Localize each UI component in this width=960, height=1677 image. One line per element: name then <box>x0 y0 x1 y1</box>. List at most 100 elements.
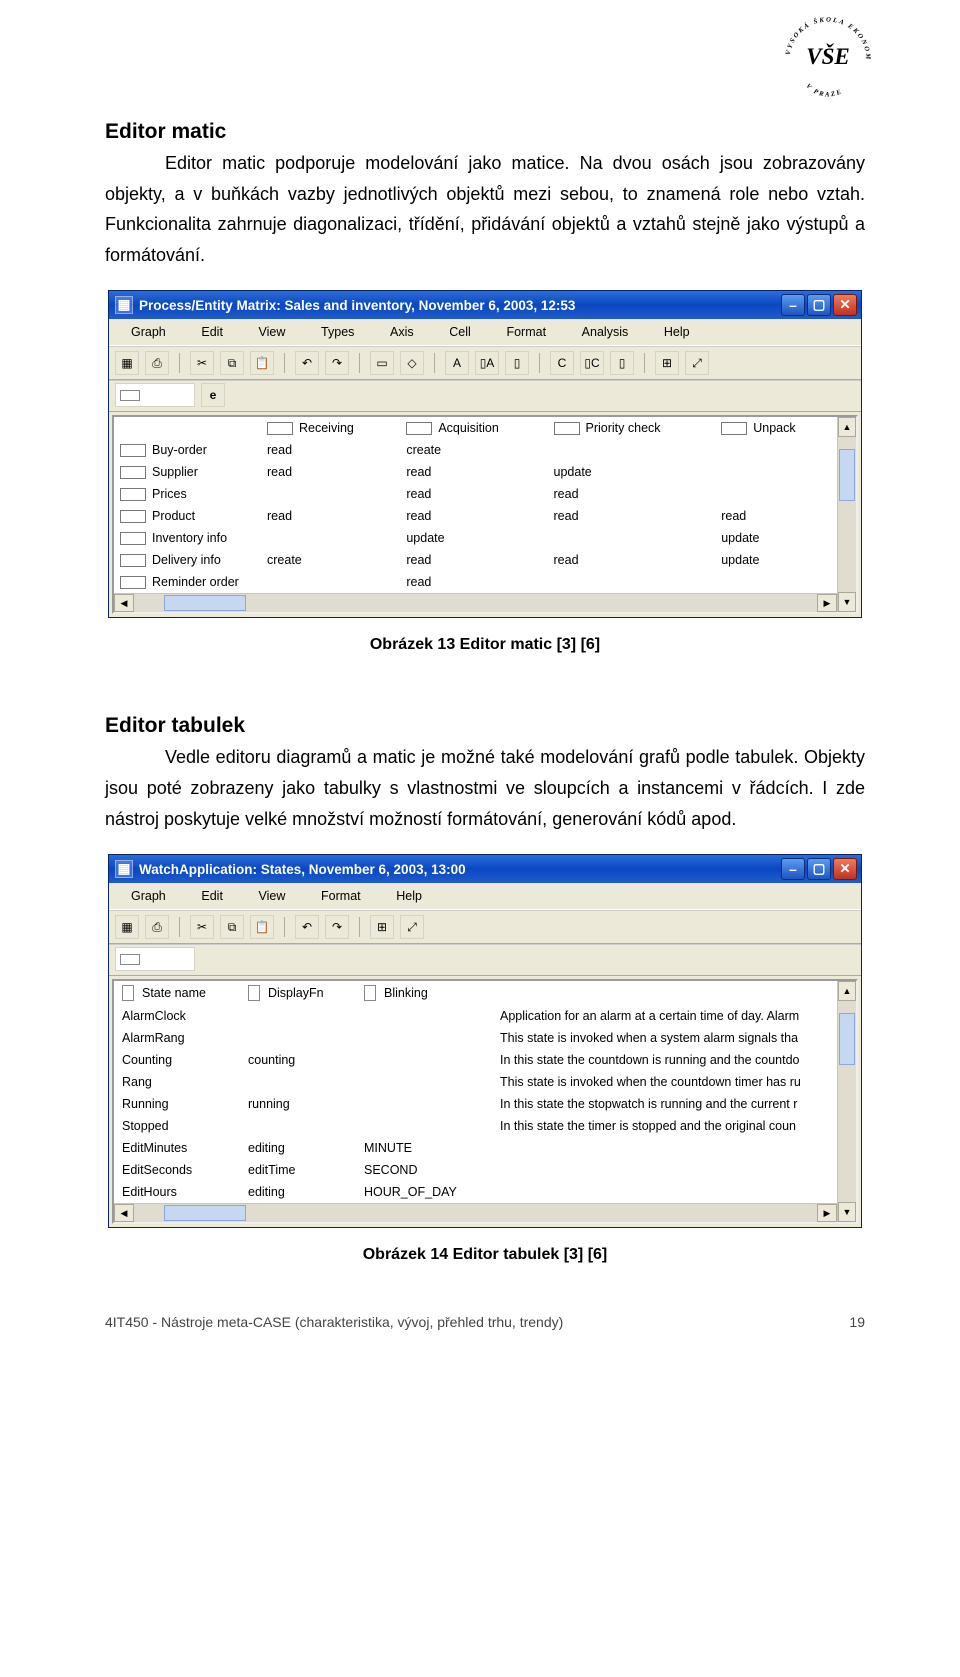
table-row[interactable]: CountingcountingIn this state the countd… <box>114 1049 837 1071</box>
states-cell[interactable] <box>356 1093 492 1115</box>
table-row[interactable]: EditMinuteseditingMINUTE <box>114 1137 837 1159</box>
titlebar[interactable]: ▦ Process/Entity Matrix: Sales and inven… <box>109 291 861 319</box>
tool-redo-icon[interactable]: ↷ <box>325 915 349 939</box>
matrix-cell[interactable]: read <box>548 549 716 571</box>
states-cell[interactable] <box>240 1005 356 1027</box>
states-cell[interactable]: AlarmClock <box>114 1005 240 1027</box>
matrix-cell[interactable] <box>548 439 716 461</box>
maximize-button[interactable]: ▢ <box>807 294 831 316</box>
states-cell[interactable] <box>356 1049 492 1071</box>
tool-cut-icon[interactable]: ✂ <box>190 351 214 375</box>
menu-help[interactable]: Help <box>380 885 438 907</box>
column-select-icon[interactable] <box>122 985 134 1001</box>
table-row[interactable]: RunningrunningIn this state the stopwatc… <box>114 1093 837 1115</box>
states-cell[interactable] <box>356 1071 492 1093</box>
vertical-scrollbar[interactable]: ▲ ▼ <box>837 417 856 612</box>
close-button[interactable]: ✕ <box>833 294 857 316</box>
tool-letter-c-icon[interactable]: C <box>550 351 574 375</box>
table-row[interactable]: Reminder orderread <box>114 571 837 593</box>
scroll-right-icon[interactable]: ▶ <box>817 1204 837 1222</box>
states-cell[interactable]: Rang <box>114 1071 240 1093</box>
table-row[interactable]: Rang This state is invoked when the count… <box>114 1071 837 1093</box>
states-cell[interactable]: SECOND <box>356 1159 492 1181</box>
scroll-thumb-h[interactable] <box>164 595 246 611</box>
scroll-left-icon[interactable]: ◀ <box>114 1204 134 1222</box>
minimize-button[interactable]: – <box>781 858 805 880</box>
matrix-cell[interactable]: create <box>261 549 400 571</box>
matrix-cell[interactable]: read <box>715 505 837 527</box>
states-cell[interactable]: Counting <box>114 1049 240 1071</box>
menu-edit[interactable]: Edit <box>185 321 239 343</box>
matrix-cell[interactable] <box>715 483 837 505</box>
table-row[interactable]: AlarmClock Application for an alarm at a … <box>114 1005 837 1027</box>
states-cell[interactable]: Running <box>114 1093 240 1115</box>
titlebar[interactable]: ▦ WatchApplication: States, November 6, … <box>109 855 861 883</box>
matrix-cell[interactable] <box>715 461 837 483</box>
tool-table-icon[interactable]: ⊞ <box>370 915 394 939</box>
states-cell[interactable]: editing <box>240 1137 356 1159</box>
tool-box-open-icon[interactable]: ▯ <box>505 351 529 375</box>
tool-shape2-icon[interactable]: ◇ <box>400 351 424 375</box>
states-cell[interactable]: EditSeconds <box>114 1159 240 1181</box>
menu-format[interactable]: Format <box>490 321 562 343</box>
menu-axis[interactable]: Axis <box>374 321 430 343</box>
states-cell[interactable]: In this state the timer is stopped and t… <box>492 1115 837 1137</box>
matrix-cell[interactable]: create <box>400 439 547 461</box>
menu-view[interactable]: View <box>243 885 302 907</box>
tool-expand-icon[interactable]: ⤢ <box>685 351 709 375</box>
tool-copy-icon[interactable]: ⧉ <box>220 351 244 375</box>
states-cell[interactable]: This state is invoked when the countdown… <box>492 1071 837 1093</box>
matrix-table[interactable]: Receiving Acquisition Priority check Unp… <box>114 417 837 593</box>
menu-format[interactable]: Format <box>305 885 377 907</box>
matrix-cell[interactable] <box>261 483 400 505</box>
tool-shape1-icon[interactable]: ▭ <box>370 351 394 375</box>
matrix-cell[interactable]: update <box>400 527 547 549</box>
palette-e-button[interactable]: e <box>201 383 225 407</box>
states-cell[interactable]: running <box>240 1093 356 1115</box>
states-cell[interactable] <box>240 1115 356 1137</box>
matrix-cell[interactable]: read <box>400 571 547 593</box>
palette-rect-button[interactable] <box>115 947 195 971</box>
horizontal-scrollbar[interactable]: ◀ ▶ <box>114 593 837 612</box>
states-cell[interactable]: HOUR_OF_DAY <box>356 1181 492 1203</box>
minimize-button[interactable]: – <box>781 294 805 316</box>
matrix-cell[interactable] <box>261 527 400 549</box>
states-cell[interactable]: AlarmRang <box>114 1027 240 1049</box>
table-row[interactable]: Productreadreadreadread <box>114 505 837 527</box>
menu-help[interactable]: Help <box>648 321 706 343</box>
tool-paste-icon[interactable]: 📋 <box>250 351 274 375</box>
table-row[interactable]: EditSecondseditTimeSECOND <box>114 1159 837 1181</box>
tool-letter-a-icon[interactable]: A <box>445 351 469 375</box>
states-cell[interactable]: EditHours <box>114 1181 240 1203</box>
tool-grid-icon[interactable]: ▦ <box>115 915 139 939</box>
menu-graph[interactable]: Graph <box>115 321 182 343</box>
menu-types[interactable]: Types <box>305 321 370 343</box>
matrix-cell[interactable]: read <box>400 461 547 483</box>
scroll-up-icon[interactable]: ▲ <box>838 417 856 437</box>
scroll-thumb-v[interactable] <box>839 449 855 501</box>
matrix-cell[interactable] <box>548 527 716 549</box>
tool-cut-icon[interactable]: ✂ <box>190 915 214 939</box>
tool-copy-icon[interactable]: ⧉ <box>220 915 244 939</box>
table-row[interactable]: StoppedIn this state the timer is stoppe… <box>114 1115 837 1137</box>
matrix-cell[interactable] <box>715 439 837 461</box>
states-cell[interactable] <box>492 1137 837 1159</box>
states-cell[interactable] <box>356 1115 492 1137</box>
scroll-thumb-v[interactable] <box>839 1013 855 1065</box>
states-cell[interactable]: Application for an alarm at a certain ti… <box>492 1005 837 1027</box>
vertical-scrollbar[interactable]: ▲ ▼ <box>837 981 856 1222</box>
table-row[interactable]: Inventory infoupdateupdate <box>114 527 837 549</box>
tool-expand-icon[interactable]: ⤢ <box>400 915 424 939</box>
close-button[interactable]: ✕ <box>833 858 857 880</box>
matrix-cell[interactable]: read <box>400 483 547 505</box>
states-cell[interactable]: counting <box>240 1049 356 1071</box>
matrix-cell[interactable]: update <box>715 527 837 549</box>
scroll-up-icon[interactable]: ▲ <box>838 981 856 1001</box>
scroll-down-icon[interactable]: ▼ <box>838 592 856 612</box>
table-row[interactable]: Pricesreadread <box>114 483 837 505</box>
tool-undo-icon[interactable]: ↶ <box>295 915 319 939</box>
table-row[interactable]: Supplierreadreadupdate <box>114 461 837 483</box>
maximize-button[interactable]: ▢ <box>807 858 831 880</box>
menu-edit[interactable]: Edit <box>185 885 239 907</box>
tool-print-icon[interactable]: ⎙ <box>145 351 169 375</box>
